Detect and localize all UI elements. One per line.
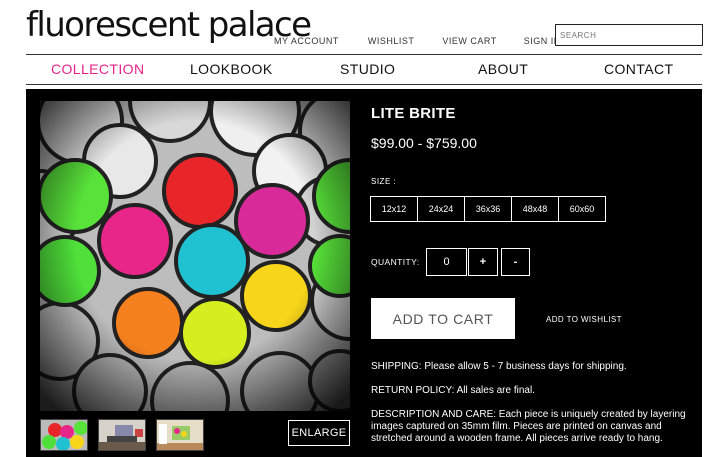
nav-about[interactable]: ABOUT: [478, 61, 528, 77]
site-logo[interactable]: fluorescent palace: [26, 0, 312, 50]
size-options: 12x12 24x24 36x36 48x48 60x60: [370, 196, 606, 222]
size-option-48x48[interactable]: 48x48: [511, 196, 559, 222]
quantity-increase-button[interactable]: +: [468, 248, 498, 276]
quantity-label: QUANTITY:: [371, 257, 420, 267]
enlarge-button[interactable]: ENLARGE: [288, 420, 350, 446]
size-option-60x60[interactable]: 60x60: [558, 196, 606, 222]
size-option-12x12[interactable]: 12x12: [370, 196, 418, 222]
quantity-decrease-button[interactable]: -: [501, 248, 530, 276]
quantity-field[interactable]: 0: [426, 248, 467, 276]
account-links: MY ACCOUNT WISHLIST VIEW CART SIGN IN: [274, 36, 590, 46]
description-care: DESCRIPTION AND CARE: Each piece is uniq…: [371, 409, 686, 444]
product-price: $99.00 - $759.00: [371, 135, 477, 151]
size-option-36x36[interactable]: 36x36: [464, 196, 512, 222]
search-input[interactable]: [555, 24, 703, 46]
nav-contact[interactable]: CONTACT: [604, 61, 673, 77]
wishlist-link[interactable]: WISHLIST: [368, 36, 415, 46]
product-main-image[interactable]: [40, 101, 350, 411]
add-to-wishlist-link[interactable]: ADD TO WISHLIST: [546, 315, 622, 324]
size-option-24x24[interactable]: 24x24: [417, 196, 465, 222]
size-label: SIZE :: [371, 177, 397, 186]
product-panel: ENLARGE LITE BRITE $99.00 - $759.00 SIZE…: [26, 89, 702, 457]
nav-collection[interactable]: COLLECTION: [51, 61, 144, 77]
main-nav: COLLECTION LOOKBOOK STUDIO ABOUT CONTACT: [26, 54, 702, 85]
add-to-cart-button[interactable]: ADD TO CART: [371, 298, 515, 339]
thumbnail-1[interactable]: [40, 419, 88, 451]
thumbnail-strip: [40, 419, 214, 451]
my-account-link[interactable]: MY ACCOUNT: [274, 36, 339, 46]
nav-lookbook[interactable]: LOOKBOOK: [190, 61, 273, 77]
shipping-info: SHIPPING: Please allow 5 - 7 business da…: [371, 361, 627, 372]
view-cart-link[interactable]: VIEW CART: [442, 36, 496, 46]
thumbnail-2[interactable]: [98, 419, 146, 451]
thumbnail-3[interactable]: [156, 419, 204, 451]
nav-studio[interactable]: STUDIO: [340, 61, 395, 77]
product-title: LITE BRITE: [371, 105, 456, 122]
return-policy: RETURN POLICY: All sales are final.: [371, 385, 535, 396]
lite-brite-artwork: [40, 101, 350, 411]
